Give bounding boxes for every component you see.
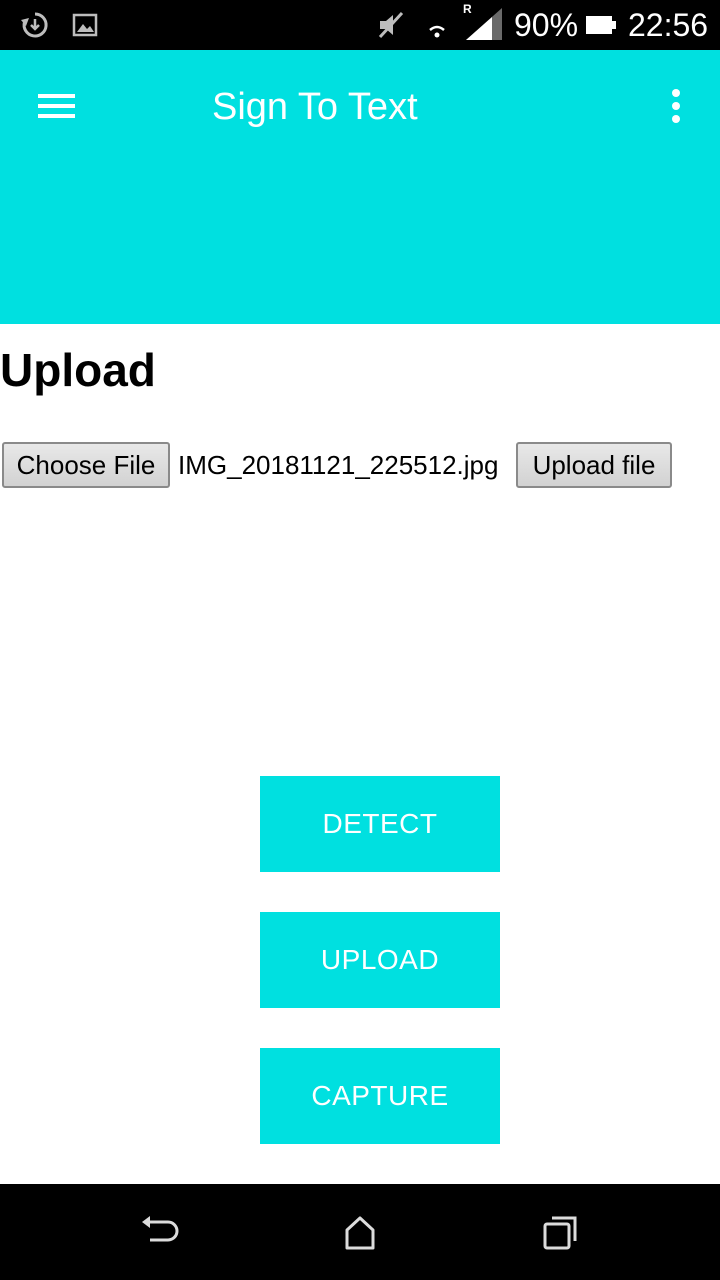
menu-button[interactable] bbox=[26, 80, 86, 132]
choose-file-button[interactable]: Choose File bbox=[2, 442, 170, 488]
hamburger-menu-icon bbox=[38, 94, 75, 118]
selected-file-name: IMG_20181121_225512.jpg bbox=[178, 450, 499, 480]
page-heading: Upload bbox=[0, 344, 156, 396]
back-button[interactable] bbox=[138, 1212, 182, 1252]
signal-icon bbox=[466, 8, 502, 40]
detect-button[interactable]: DETECT bbox=[260, 776, 500, 872]
sync-icon bbox=[21, 12, 48, 38]
more-vertical-icon bbox=[672, 89, 680, 123]
battery-icon bbox=[586, 16, 616, 34]
recents-button[interactable] bbox=[538, 1212, 582, 1252]
wifi-icon bbox=[429, 25, 445, 38]
home-icon bbox=[345, 1216, 375, 1250]
overflow-menu-button[interactable] bbox=[656, 80, 696, 132]
status-bar: R 90% 22:56 bbox=[0, 0, 720, 50]
upload-button[interactable]: UPLOAD bbox=[260, 912, 500, 1008]
home-button[interactable] bbox=[338, 1212, 382, 1252]
status-time: 22:56 bbox=[628, 7, 709, 43]
navigation-bar bbox=[0, 1184, 720, 1280]
app-bar: Sign To Text bbox=[0, 50, 720, 324]
app-title: Sign To Text bbox=[212, 86, 418, 128]
upload-file-button[interactable]: Upload file bbox=[516, 442, 672, 488]
image-notification-icon bbox=[72, 13, 98, 37]
mute-icon bbox=[378, 11, 404, 39]
file-upload-row: Choose File IMG_20181121_225512.jpg Uplo… bbox=[2, 442, 718, 488]
recents-icon bbox=[543, 1216, 577, 1250]
back-icon bbox=[142, 1216, 179, 1242]
battery-percent: 90% bbox=[514, 7, 579, 43]
capture-button[interactable]: CAPTURE bbox=[260, 1048, 500, 1144]
